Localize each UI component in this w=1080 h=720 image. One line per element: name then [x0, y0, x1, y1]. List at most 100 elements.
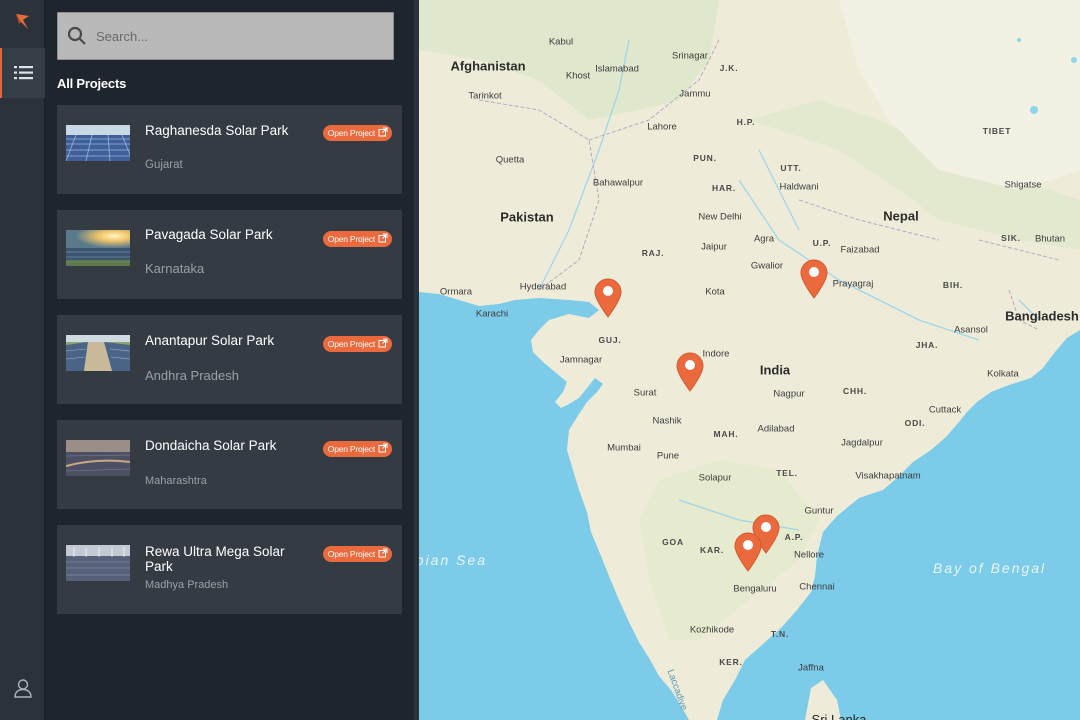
search-input[interactable] [96, 28, 356, 44]
project-card[interactable]: Raghanesda Solar Park Gujarat Open Proje… [57, 105, 402, 194]
open-project-button[interactable]: Open Project [322, 335, 392, 353]
map-label-city: Mumbai [607, 442, 641, 454]
map-label-country: Pakistan [500, 209, 554, 225]
open-project-button[interactable]: Open Project [322, 125, 392, 141]
project-thumbnail [66, 545, 130, 581]
map-label-region: SIK. [1001, 233, 1021, 243]
map-label-city: Prayagraj [832, 278, 874, 290]
map-label-city: Cuttack [928, 404, 962, 416]
open-project-label: Open Project [327, 444, 375, 454]
map-label-country: Sri Lanka [811, 712, 867, 720]
map-label-city: Bengaluru [733, 583, 777, 595]
project-name: Anantapur Solar Park [145, 333, 275, 348]
open-project-button[interactable]: Open Project [322, 545, 392, 563]
open-project-label: Open Project [327, 549, 375, 559]
external-link-icon [378, 545, 388, 563]
map-label-region: TIBET [982, 126, 1012, 136]
project-card[interactable]: Anantapur Solar Park Andhra Pradesh Open… [57, 315, 402, 404]
map-label-city: Gwalior [750, 260, 784, 272]
map-label-city: Tarinkot [468, 90, 502, 102]
map-label-region: MAH. [713, 429, 739, 439]
map-label-city: Kozhikode [689, 624, 735, 636]
project-marker-pin[interactable] [593, 278, 623, 318]
project-name: Rewa Ultra Mega Solar Park [145, 544, 285, 574]
map-label-country: India [759, 362, 791, 378]
map-view[interactable]: Afghanistan Pakistan Nepal India Banglad… [419, 0, 1080, 720]
map-label-city: Nellore [793, 549, 825, 561]
project-card[interactable]: Pavagada Solar Park Karnataka Open Proje… [57, 210, 402, 299]
map-label-region: UTT. [780, 163, 802, 173]
map-label-region: CHH. [843, 386, 867, 396]
project-card[interactable]: Rewa Ultra Mega Solar Park Madhya Prades… [57, 525, 402, 614]
map-label-city: Pune [656, 450, 680, 462]
app-logo-icon[interactable] [0, 0, 45, 44]
projects-list-icon[interactable] [0, 48, 45, 98]
map-label-region: KER. [719, 657, 743, 667]
map-label-city: Faizabad [840, 244, 880, 256]
map-label-city: Hyderabad [519, 281, 567, 293]
project-name: Pavagada Solar Park [145, 227, 273, 242]
open-project-button[interactable]: Open Project [322, 440, 392, 458]
map-label-city: Kota [705, 286, 725, 298]
map-label-region: ODI. [904, 418, 926, 428]
map-label-city: Bahawalpur [592, 177, 644, 189]
map-label-city: Jagdalpur [841, 437, 883, 449]
map-label-city: Jammu [679, 88, 711, 100]
map-label-region: PUN. [693, 153, 717, 163]
search-bar[interactable] [57, 12, 394, 60]
map-label-city: Visakhapatnam [855, 470, 921, 482]
map-label-city: Jaffna [798, 662, 824, 674]
project-marker-pin[interactable] [799, 259, 829, 299]
map-label-country: Bangladesh [1005, 308, 1079, 324]
map-label-region: RAJ. [641, 248, 665, 258]
map-label-region: GOA [662, 537, 684, 547]
project-state: Karnataka [145, 261, 205, 276]
map-label-city: Surat [633, 387, 657, 399]
map-label-city: Kolkata [987, 368, 1019, 380]
map-label-city: Chennai [799, 581, 835, 593]
projects-panel: All Projects Raghanesda Solar Park Gujar… [45, 0, 418, 720]
open-project-button[interactable]: Open Project [322, 230, 392, 248]
map-label-city: Jaipur [701, 241, 727, 253]
map-label-region: TEL. [776, 468, 798, 478]
map-label-region: H.P. [736, 117, 756, 127]
project-thumbnail [65, 335, 131, 371]
map-label-city: Kabul [548, 36, 574, 48]
search-icon [58, 26, 96, 46]
left-rail [0, 0, 45, 720]
map-label-city: Guntur [804, 505, 834, 517]
project-state: Andhra Pradesh [145, 368, 239, 383]
map-basemap [419, 0, 1080, 720]
external-link-icon [378, 335, 388, 353]
map-label-city: Quetta [495, 154, 525, 166]
map-label-city: Adilabad [757, 423, 795, 435]
map-label-region: HAR. [712, 183, 736, 193]
project-thumbnail [66, 230, 130, 266]
user-profile-icon[interactable] [0, 670, 45, 706]
external-link-icon [378, 230, 388, 248]
map-label-city: Ormara [439, 286, 473, 298]
external-link-icon [378, 440, 388, 458]
project-card[interactable]: Dondaicha Solar Park Maharashtra Open Pr… [57, 420, 402, 509]
map-label-city: Khost [565, 70, 591, 82]
map-label-sea: Bay of Bengal [933, 560, 1047, 576]
map-label-city: Agra [753, 233, 775, 245]
project-state: Gujarat [145, 159, 183, 171]
project-name: Dondaicha Solar Park [145, 438, 277, 453]
project-thumbnail [65, 125, 131, 162]
map-label-region: BIH. [942, 280, 964, 290]
project-marker-pin[interactable] [733, 532, 763, 572]
map-label-city: Nagpur [773, 388, 805, 400]
open-project-label: Open Project [327, 339, 375, 349]
map-label-region: KAR. [700, 545, 724, 555]
map-label-country: Afghanistan [450, 58, 526, 74]
map-label-region: U.P. [812, 238, 832, 248]
project-marker-pin[interactable] [675, 352, 705, 392]
map-label-city: Haldwani [779, 181, 819, 193]
project-name: Raghanesda Solar Park [145, 123, 289, 138]
map-label-city: Islamabad [595, 63, 639, 75]
project-state: Maharashtra [145, 475, 207, 487]
map-label-city: Srinagar [672, 50, 708, 62]
map-label-city: Nashik [652, 415, 682, 427]
map-label-region: J.K. [719, 63, 739, 73]
